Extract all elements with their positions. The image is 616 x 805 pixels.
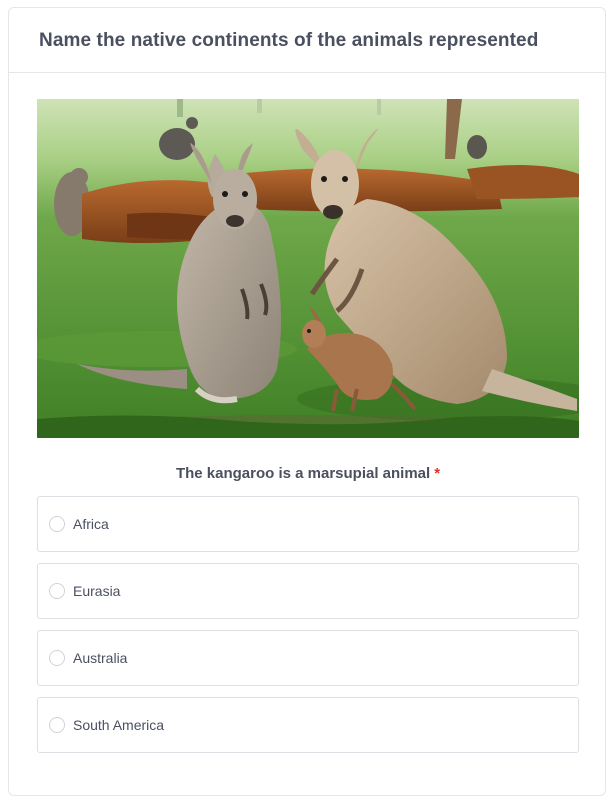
option-eurasia[interactable]: Eurasia (37, 563, 579, 619)
question-text: The kangaroo is a marsupial animal * (37, 465, 579, 482)
question-label: The kangaroo is a marsupial animal (175, 465, 431, 482)
quiz-title: Name the native continents of the animal… (39, 30, 539, 51)
required-marker: * (434, 465, 441, 482)
option-south-america[interactable]: South America (37, 697, 579, 753)
kangaroo-photo (37, 99, 579, 438)
quiz-card: Name the native continents of the animal… (8, 7, 606, 796)
option-australia[interactable]: Australia (37, 630, 579, 686)
radio-button[interactable] (49, 717, 65, 733)
radio-button[interactable] (49, 583, 65, 599)
option-label: South America (73, 717, 165, 733)
radio-button[interactable] (49, 650, 65, 666)
option-label: Africa (73, 516, 109, 532)
answer-options: Africa Eurasia Australia South America (37, 496, 579, 764)
radio-button[interactable] (49, 516, 65, 532)
option-africa[interactable]: Africa (37, 496, 579, 552)
card-header: Name the native continents of the animal… (9, 8, 605, 73)
option-label: Australia (73, 650, 128, 666)
option-label: Eurasia (73, 583, 121, 599)
